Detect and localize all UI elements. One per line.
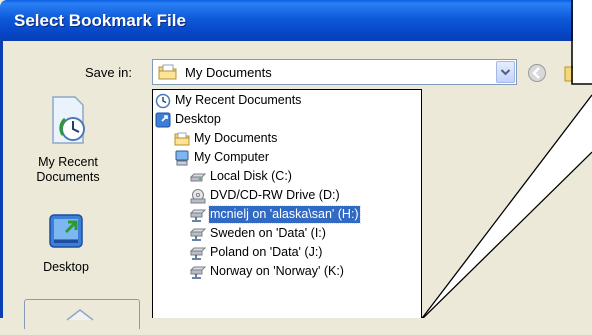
list-item-label: My Computer xyxy=(194,150,270,164)
desktop-icon xyxy=(155,112,171,127)
list-item-label: Poland on 'Data' (J:) xyxy=(210,245,323,259)
folder-documents-icon xyxy=(174,132,190,145)
recent-documents-icon xyxy=(155,93,171,108)
network-drive-icon xyxy=(190,266,206,279)
list-item[interactable]: Local Disk (C:) xyxy=(190,167,293,186)
title-bar[interactable]: Select Bookmark File xyxy=(0,0,592,41)
computer-icon xyxy=(175,150,189,165)
back-arrow-icon[interactable] xyxy=(527,63,547,88)
list-item[interactable]: Sweden on 'Data' (I:) xyxy=(190,224,327,243)
save-in-label: Save in: xyxy=(85,65,132,80)
desktop-icon xyxy=(1,212,131,254)
place-my-documents[interactable] xyxy=(24,299,140,329)
list-item[interactable]: DVD/CD-RW Drive (D:) xyxy=(190,186,341,205)
place-label-recent-2: Documents xyxy=(36,170,100,184)
network-drive-icon xyxy=(190,228,206,241)
network-drive-icon xyxy=(190,209,206,222)
window-title: Select Bookmark File xyxy=(14,11,186,30)
list-item-label: Norway on 'Norway' (K:) xyxy=(210,264,344,278)
list-item-label: mcnielj on 'alaska\san' (H:) xyxy=(208,205,361,224)
my-documents-icon xyxy=(65,306,95,335)
list-item[interactable]: My Documents xyxy=(174,129,278,148)
combo-dropdown-button[interactable] xyxy=(496,61,515,83)
place-my-recent-documents[interactable]: My Recent Documents xyxy=(3,91,133,185)
list-item[interactable]: Desktop xyxy=(155,110,222,129)
places-bar: My Recent Documents Desktop xyxy=(3,87,143,318)
list-item[interactable]: Norway on 'Norway' (K:) xyxy=(190,262,345,281)
list-item-label: My Documents xyxy=(194,131,278,145)
list-item[interactable]: My Recent Documents xyxy=(155,91,302,110)
save-in-combobox[interactable]: My Documents xyxy=(152,59,517,85)
hard-disk-icon xyxy=(190,173,206,181)
list-item[interactable]: My Computer xyxy=(174,148,270,167)
cd-drive-icon xyxy=(190,188,206,203)
list-item-label: Desktop xyxy=(175,112,221,126)
network-drive-icon xyxy=(190,247,206,260)
location-dropdown-list[interactable]: My Recent Documents Desktop My Documents… xyxy=(152,89,422,318)
folder-documents-icon xyxy=(158,63,178,86)
save-in-value: My Documents xyxy=(185,65,272,80)
up-folder-icon[interactable] xyxy=(563,61,592,88)
list-item-label: DVD/CD-RW Drive (D:) xyxy=(210,188,340,202)
list-item-label: Local Disk (C:) xyxy=(210,169,292,183)
list-item[interactable]: Poland on 'Data' (J:) xyxy=(190,243,323,262)
recent-documents-icon xyxy=(3,91,133,155)
place-label-recent-1: My Recent xyxy=(38,155,98,169)
list-item-label: My Recent Documents xyxy=(175,93,302,107)
place-label-desktop: Desktop xyxy=(43,260,89,274)
list-item[interactable]: mcnielj on 'alaska\san' (H:) xyxy=(190,205,361,224)
list-item-label: Sweden on 'Data' (I:) xyxy=(210,226,326,240)
place-desktop[interactable]: Desktop xyxy=(1,212,131,275)
